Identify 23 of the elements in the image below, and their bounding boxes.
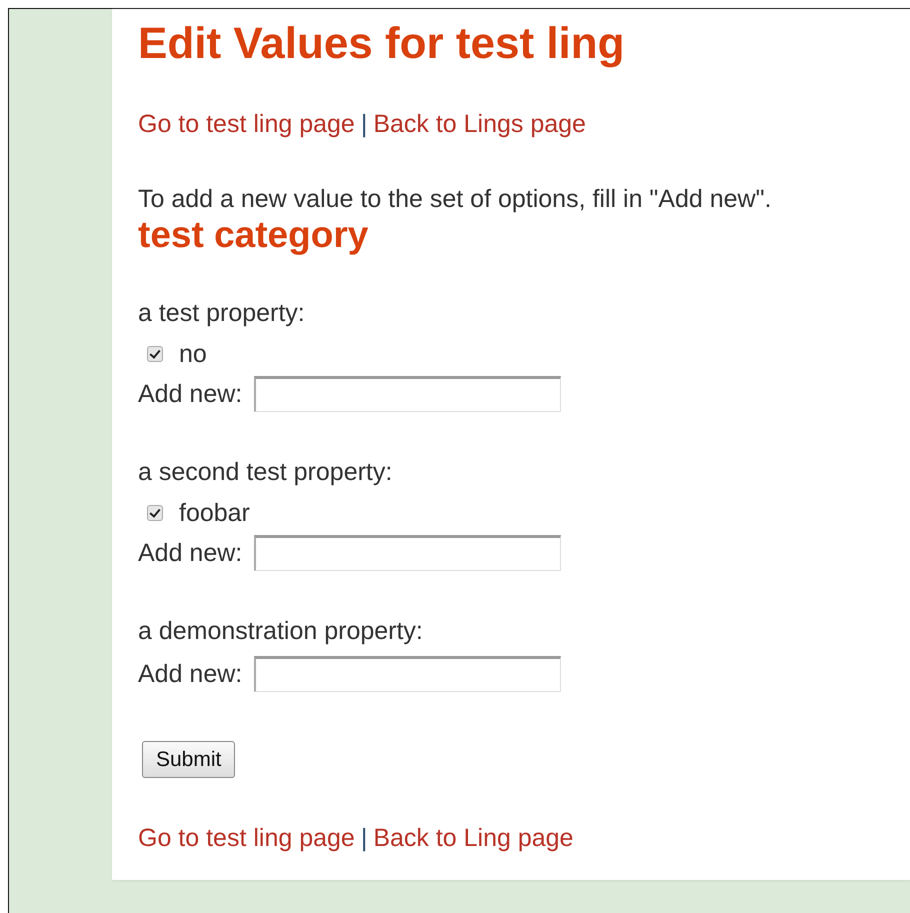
submit-button[interactable]: Submit: [142, 741, 236, 778]
property-label: a test property:: [138, 298, 306, 329]
separator: |: [360, 110, 368, 138]
add-new-label: Add new:: [138, 660, 242, 688]
category-heading: test category: [138, 214, 370, 256]
nav-link[interactable]: Go to test ling page: [138, 110, 355, 138]
page-title: Edit Values for test ling: [138, 18, 626, 70]
property-label: a demonstration property:: [138, 616, 424, 647]
separator: |: [360, 824, 368, 852]
add-new-label: Add new:: [138, 380, 242, 408]
instructions-text: To add a new value to the set of options, fill in "Add new".: [138, 184, 772, 214]
option-label: foobar: [179, 498, 250, 528]
add-new-field[interactable]: [254, 535, 562, 571]
nav-link[interactable]: Back to Lings page: [373, 110, 586, 138]
nav-link[interactable]: Go to test ling page: [138, 824, 355, 852]
checkbox[interactable]: [147, 505, 163, 521]
add-new-label: Add new:: [138, 538, 242, 568]
checkbox[interactable]: [147, 346, 163, 362]
add-new-field[interactable]: [254, 656, 562, 692]
nav-link[interactable]: Back to Ling page: [373, 824, 574, 852]
property-label: a second test property:: [138, 457, 394, 488]
option-label: no: [179, 340, 207, 368]
add-new-field[interactable]: [254, 376, 562, 412]
